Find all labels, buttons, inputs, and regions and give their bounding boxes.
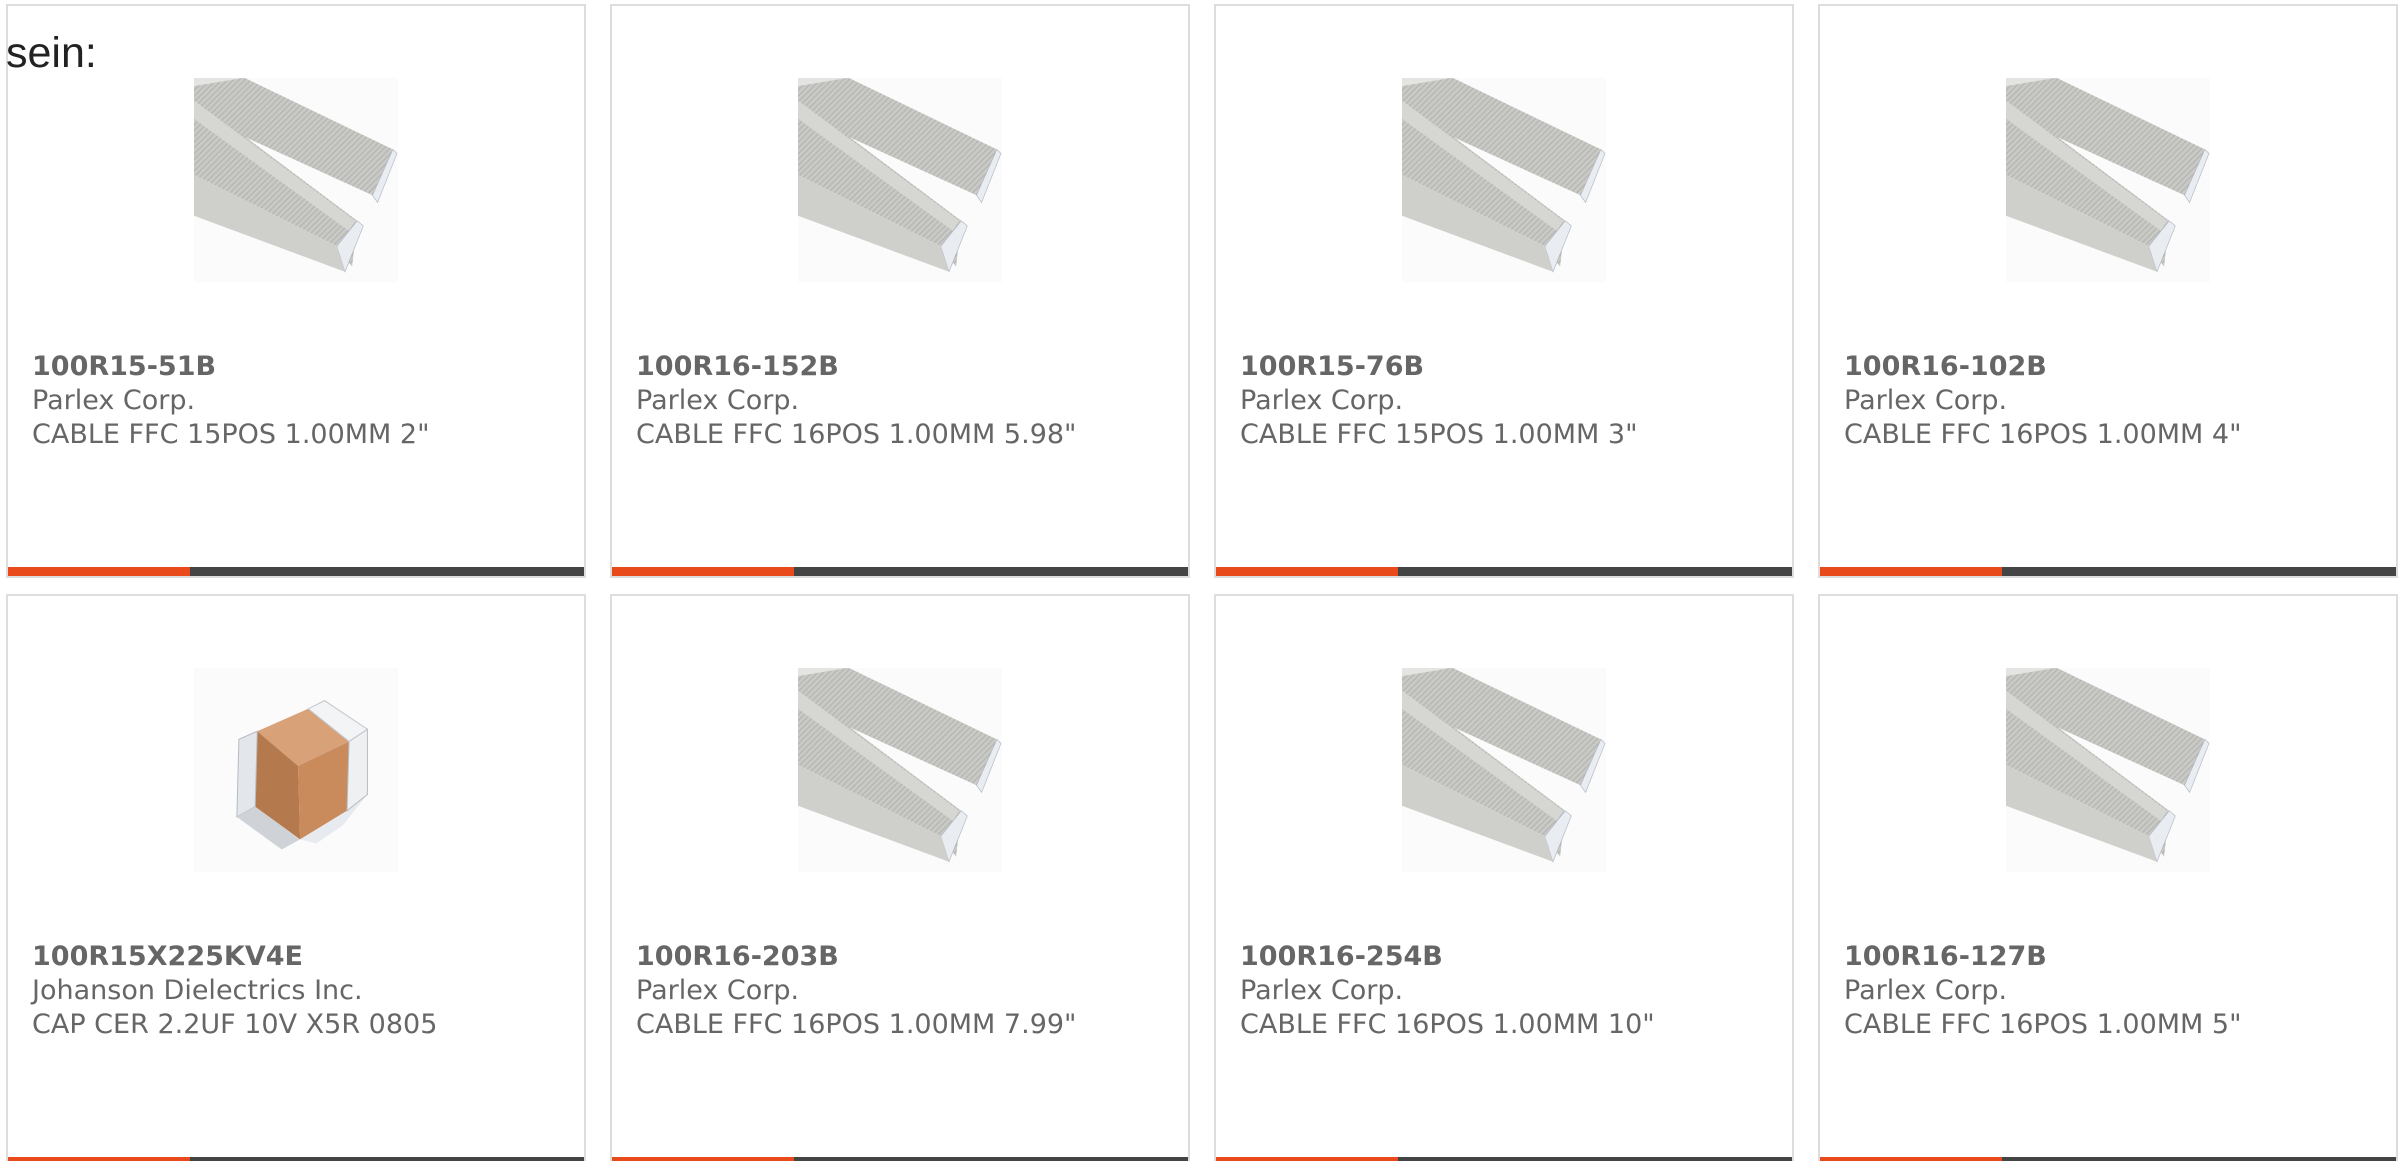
product-card[interactable]: 100R16-203B Parlex Corp. CABLE FFC 16POS… bbox=[610, 594, 1190, 1161]
card-accent bbox=[612, 1157, 794, 1161]
product-info: 100R16-203B Parlex Corp. CABLE FFC 16POS… bbox=[636, 940, 1176, 1042]
part-number: 100R15X225KV4E bbox=[32, 941, 303, 972]
product-image bbox=[798, 668, 1002, 872]
card-bottom-bar bbox=[1820, 1157, 2396, 1161]
card-accent bbox=[1820, 567, 2002, 576]
card-bottom-bar bbox=[1216, 1157, 1792, 1161]
description: CABLE FFC 15POS 1.00MM 2" bbox=[32, 419, 430, 450]
product-grid: 100R15-51B Parlex Corp. CABLE FFC 15POS … bbox=[0, 0, 2400, 1161]
product-card[interactable]: 100R15-51B Parlex Corp. CABLE FFC 15POS … bbox=[6, 4, 586, 578]
part-number: 100R16-127B bbox=[1844, 941, 2047, 972]
product-image bbox=[1402, 668, 1606, 872]
card-bottom-bar bbox=[612, 567, 1188, 576]
product-card[interactable]: 100R16-102B Parlex Corp. CABLE FFC 16POS… bbox=[1818, 4, 2398, 578]
manufacturer: Parlex Corp. bbox=[1844, 385, 2008, 416]
manufacturer: Johanson Dielectrics Inc. bbox=[32, 975, 363, 1006]
product-info: 100R16-127B Parlex Corp. CABLE FFC 16POS… bbox=[1844, 940, 2384, 1042]
intro-text: sein: bbox=[6, 29, 97, 77]
product-image bbox=[798, 78, 1002, 282]
product-info: 100R16-152B Parlex Corp. CABLE FFC 16POS… bbox=[636, 350, 1176, 452]
part-number: 100R16-152B bbox=[636, 351, 839, 382]
product-card[interactable]: 100R16-254B Parlex Corp. CABLE FFC 16POS… bbox=[1214, 594, 1794, 1161]
product-info: 100R15-51B Parlex Corp. CABLE FFC 15POS … bbox=[32, 350, 572, 452]
part-number: 100R16-203B bbox=[636, 941, 839, 972]
manufacturer: Parlex Corp. bbox=[636, 975, 800, 1006]
manufacturer: Parlex Corp. bbox=[636, 385, 800, 416]
card-accent bbox=[1216, 1157, 1398, 1161]
card-bottom-bar bbox=[1820, 567, 2396, 576]
card-accent bbox=[612, 567, 794, 576]
card-bottom-bar bbox=[612, 1157, 1188, 1161]
card-accent bbox=[1216, 567, 1398, 576]
part-number: 100R15-76B bbox=[1240, 351, 1425, 382]
description: CABLE FFC 16POS 1.00MM 5" bbox=[1844, 1009, 2242, 1040]
product-card[interactable]: 100R15X225KV4E Johanson Dielectrics Inc.… bbox=[6, 594, 586, 1161]
card-accent bbox=[8, 1157, 190, 1161]
description: CABLE FFC 15POS 1.00MM 3" bbox=[1240, 419, 1638, 450]
product-image bbox=[194, 668, 398, 872]
manufacturer: Parlex Corp. bbox=[1240, 385, 1404, 416]
manufacturer: Parlex Corp. bbox=[1240, 975, 1404, 1006]
card-bottom-bar bbox=[1216, 567, 1792, 576]
product-info: 100R16-254B Parlex Corp. CABLE FFC 16POS… bbox=[1240, 940, 1780, 1042]
description: CAP CER 2.2UF 10V X5R 0805 bbox=[32, 1009, 438, 1040]
product-card[interactable]: 100R16-152B Parlex Corp. CABLE FFC 16POS… bbox=[610, 4, 1190, 578]
product-info: 100R15X225KV4E Johanson Dielectrics Inc.… bbox=[32, 940, 572, 1042]
product-info: 100R16-102B Parlex Corp. CABLE FFC 16POS… bbox=[1844, 350, 2384, 452]
manufacturer: Parlex Corp. bbox=[1844, 975, 2008, 1006]
part-number: 100R16-102B bbox=[1844, 351, 2047, 382]
product-image bbox=[1402, 78, 1606, 282]
card-bottom-bar bbox=[8, 567, 584, 576]
description: CABLE FFC 16POS 1.00MM 4" bbox=[1844, 419, 2242, 450]
product-card[interactable]: 100R15-76B Parlex Corp. CABLE FFC 15POS … bbox=[1214, 4, 1794, 578]
card-accent bbox=[1820, 1157, 2002, 1161]
description: CABLE FFC 16POS 1.00MM 7.99" bbox=[636, 1009, 1077, 1040]
description: CABLE FFC 16POS 1.00MM 5.98" bbox=[636, 419, 1077, 450]
product-image bbox=[2006, 668, 2210, 872]
description: CABLE FFC 16POS 1.00MM 10" bbox=[1240, 1009, 1655, 1040]
manufacturer: Parlex Corp. bbox=[32, 385, 196, 416]
card-accent bbox=[8, 567, 190, 576]
part-number: 100R16-254B bbox=[1240, 941, 1443, 972]
part-number: 100R15-51B bbox=[32, 351, 217, 382]
card-bottom-bar bbox=[8, 1157, 584, 1161]
page: 100R15-51B Parlex Corp. CABLE FFC 15POS … bbox=[0, 0, 2400, 1161]
product-card[interactable]: 100R16-127B Parlex Corp. CABLE FFC 16POS… bbox=[1818, 594, 2398, 1161]
product-info: 100R15-76B Parlex Corp. CABLE FFC 15POS … bbox=[1240, 350, 1780, 452]
product-image bbox=[2006, 78, 2210, 282]
product-image bbox=[194, 78, 398, 282]
